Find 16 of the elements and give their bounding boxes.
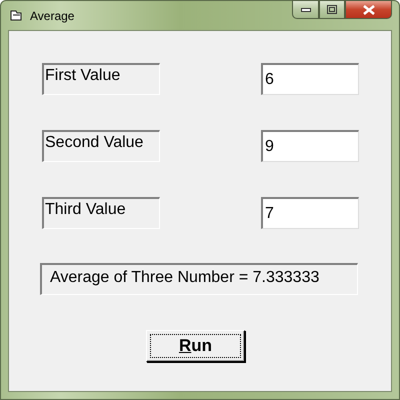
field-label: Third Value xyxy=(42,197,160,229)
result-label: Average of Three Number = 7.333333 xyxy=(40,263,358,295)
input-field[interactable]: 7 xyxy=(261,197,359,229)
maximize-button[interactable] xyxy=(319,0,345,19)
minimize-icon xyxy=(300,8,310,12)
close-button[interactable] xyxy=(345,0,392,19)
field-label: First Value xyxy=(42,63,160,95)
field-label: Second Value xyxy=(42,130,160,162)
window-title: Average xyxy=(30,8,74,22)
input-field[interactable]: 6 xyxy=(261,63,359,95)
minimize-button[interactable] xyxy=(292,0,319,19)
run-button[interactable]: Run xyxy=(146,330,245,362)
input-field[interactable]: 9 xyxy=(261,130,359,162)
maximize-icon xyxy=(327,5,337,14)
app-icon xyxy=(10,10,22,21)
close-icon xyxy=(362,4,374,14)
